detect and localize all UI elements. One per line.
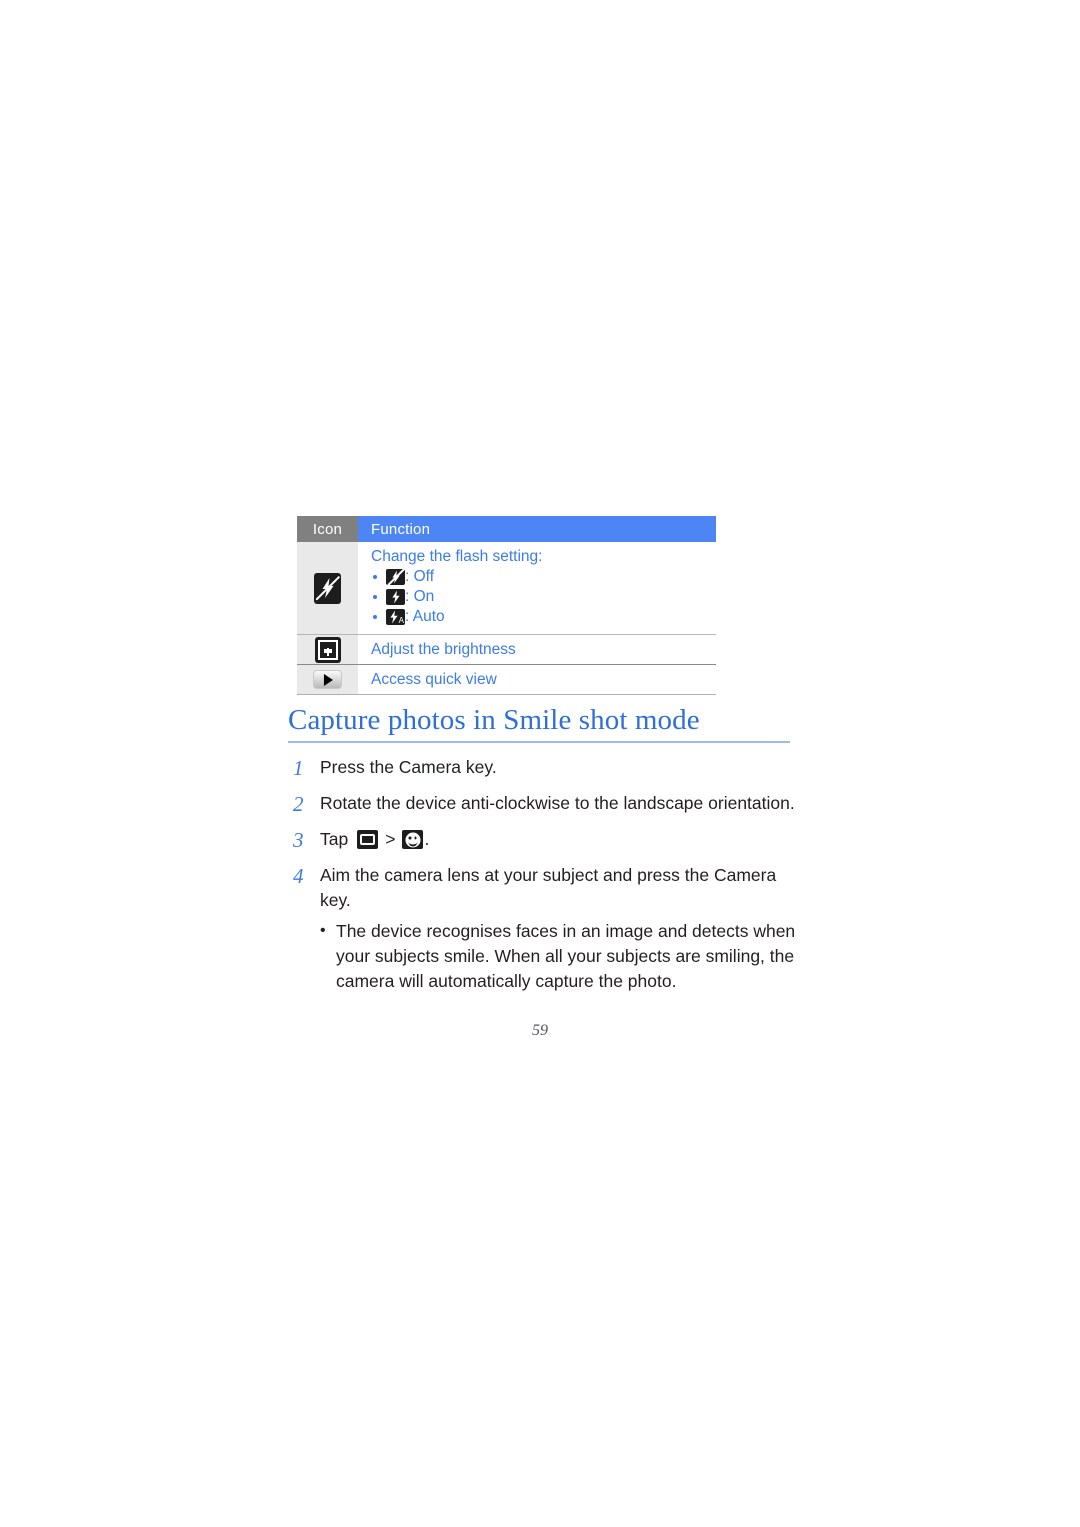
manual-page: Icon Function Change the flash setting: …: [0, 0, 1080, 1527]
flash-off-icon: [314, 572, 341, 604]
bullet-dot-icon: [373, 575, 377, 579]
page-number: 59: [532, 1022, 548, 1039]
table-row: Change the flash setting:: Off: On A:…: [297, 542, 716, 635]
play-triangle-glyph: [323, 673, 333, 686]
step-3: 3 Tap > .: [290, 827, 800, 853]
heading-divider: [288, 741, 790, 743]
shooting-mode-icon: [357, 830, 379, 849]
step-1: 1 Press the Camera key.: [290, 755, 800, 781]
bullet-dot-icon: [373, 615, 377, 619]
step-3-suffix: .: [424, 829, 430, 849]
step-text: Press the Camera key.: [320, 757, 497, 777]
flash-auto-icon: A: [386, 609, 405, 625]
smiley-face-glyph: [405, 832, 421, 847]
minus-glyph: [323, 648, 332, 651]
column-header-icon: Icon: [297, 516, 358, 542]
step-number: 1: [293, 756, 304, 780]
smiley-mouth-glyph: [408, 839, 418, 846]
flash-option-on: : On: [371, 587, 716, 607]
table-row: Adjust the brightness: [297, 634, 716, 665]
smile-shot-icon: [402, 830, 424, 849]
cell-icon-quick-view: [297, 664, 358, 695]
frame-rect-glyph: [360, 834, 376, 845]
step-body-4: Aim the camera lens at your subject and …: [320, 863, 800, 994]
brightness-icon: [314, 636, 341, 663]
flash-option-list: : Off : On A: Auto: [371, 567, 716, 627]
flash-option-label: : Off: [405, 568, 435, 585]
cell-function-brightness: Adjust the brightness: [358, 634, 716, 665]
step-text: Rotate the device anti-clockwise to the …: [320, 793, 795, 813]
cell-icon-flash: [297, 542, 358, 635]
section-heading: Capture photos in Smile shot mode: [288, 704, 700, 736]
step-4: 4 Aim the camera lens at your subject an…: [290, 863, 800, 994]
plus-horizontal-glyph: [323, 650, 332, 653]
step-4-bullets: The device recognises faces in an image …: [320, 918, 800, 994]
column-header-function: Function: [358, 516, 716, 542]
flash-on-icon: [386, 589, 405, 605]
cell-function-quick-view: Access quick view: [358, 664, 716, 695]
auto-letter-glyph: A: [398, 616, 404, 625]
step-2: 2 Rotate the device anti-clockwise to th…: [290, 791, 800, 817]
step-text: Tap > .: [320, 827, 800, 852]
quick-view-icon: [313, 670, 342, 689]
flash-option-off: : Off: [371, 567, 716, 587]
steps-list: 1 Press the Camera key. 2 Rotate the dev…: [290, 755, 800, 1004]
step-number: 4: [293, 864, 304, 888]
step-number: 3: [293, 828, 304, 852]
list-item: The device recognises faces in an image …: [320, 918, 800, 994]
lightning-bolt-glyph: [389, 610, 398, 624]
step-number: 2: [293, 792, 304, 816]
cell-icon-brightness: [297, 634, 358, 665]
brightness-frame-glyph: [317, 639, 338, 660]
flash-off-icon: [386, 568, 405, 586]
flash-option-label: : On: [405, 588, 435, 605]
bullet-dot-icon: [373, 595, 377, 599]
step-3-inline: Tap > .: [320, 827, 800, 852]
step-3-prefix: Tap: [320, 829, 349, 849]
step-3-separator: >: [385, 829, 396, 849]
flash-setting-title: Change the flash setting:: [371, 548, 543, 565]
cell-function-flash: Change the flash setting:: Off: On A:…: [358, 542, 716, 635]
icon-function-table: Icon Function Change the flash setting: …: [297, 516, 716, 695]
flash-option-auto: A : Auto: [371, 607, 716, 627]
flash-option-label: : Auto: [405, 608, 445, 625]
step-text: Aim the camera lens at your subject and …: [320, 865, 777, 910]
table-header-row: Icon Function: [297, 516, 716, 542]
table-row: Access quick view: [297, 664, 716, 695]
lightning-bolt-glyph: [391, 590, 400, 604]
